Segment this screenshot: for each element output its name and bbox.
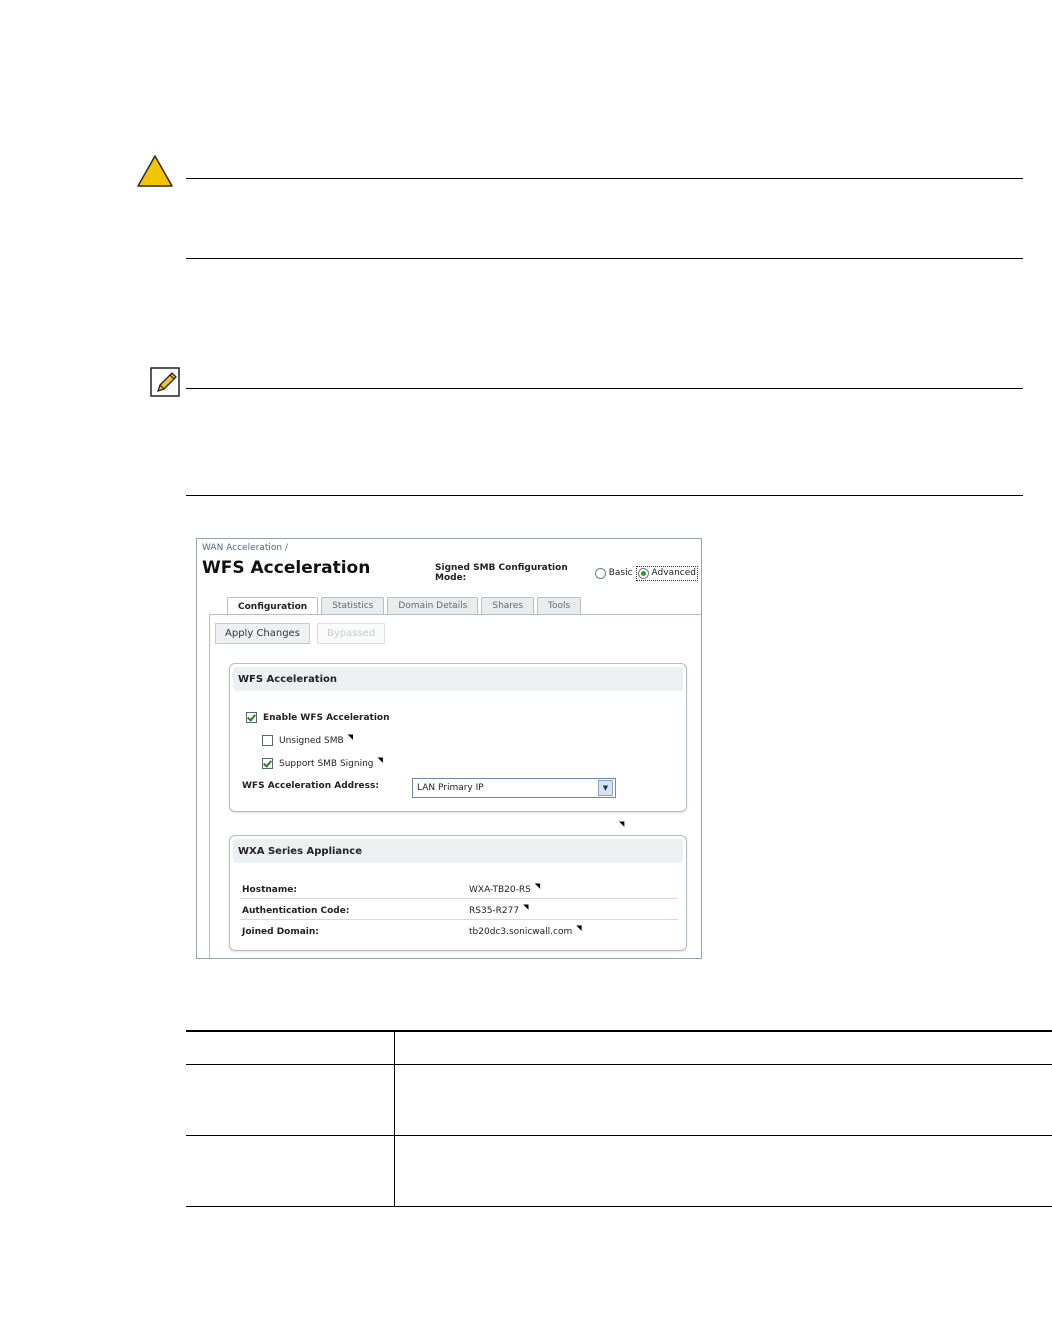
tab-bar: Configuration Statistics Domain Details … bbox=[227, 597, 584, 615]
warning-top-rule bbox=[186, 178, 1023, 179]
tooltip-marker-icon[interactable]: ◥ bbox=[523, 903, 528, 911]
wfs-acceleration-screenshot: WAN Acceleration / WFS Acceleration Sign… bbox=[196, 538, 702, 959]
mode-label: Signed SMB Configuration Mode: bbox=[435, 563, 568, 583]
tab-tools[interactable]: Tools bbox=[537, 597, 582, 614]
support-smb-signing-row[interactable]: Support SMB Signing ◥ bbox=[262, 756, 383, 769]
enable-wfs-checkbox[interactable] bbox=[246, 712, 257, 723]
wfs-address-value: LAN Primary IP bbox=[417, 783, 484, 793]
joined-domain-label: Joined Domain: bbox=[242, 927, 319, 937]
hostname-value: WXA-TB20-RS ◥ bbox=[469, 882, 541, 895]
basic-radio[interactable] bbox=[594, 567, 606, 579]
advanced-radio[interactable] bbox=[637, 567, 649, 579]
tab-statistics[interactable]: Statistics bbox=[321, 597, 385, 614]
table-row-rule bbox=[186, 1135, 1052, 1136]
table-top-rule bbox=[186, 1030, 1052, 1032]
tooltip-marker-icon[interactable]: ◥ bbox=[348, 733, 353, 741]
support-smb-signing-label: Support SMB Signing bbox=[279, 758, 374, 769]
table-column-divider bbox=[394, 1031, 395, 1207]
tab-domain-details[interactable]: Domain Details bbox=[387, 597, 479, 614]
page-title: WFS Acceleration bbox=[202, 558, 371, 578]
wfs-acceleration-group: WFS Acceleration Enable WFS Acceleration… bbox=[229, 663, 687, 828]
wxa-series-appliance-group: WXA Series Appliance Hostname: WXA-TB20-… bbox=[229, 835, 687, 951]
support-smb-signing-checkbox[interactable] bbox=[262, 758, 273, 769]
joined-domain-value: tb20dc3.sonicwall.com ◥ bbox=[469, 924, 582, 937]
bypassed-button[interactable]: Bypassed bbox=[317, 623, 386, 644]
hostname-label: Hostname: bbox=[242, 885, 297, 895]
authentication-code-label: Authentication Code: bbox=[242, 906, 350, 916]
tab-content-border bbox=[209, 614, 210, 958]
breadcrumb[interactable]: WAN Acceleration / bbox=[202, 543, 288, 553]
table-bottom-rule bbox=[186, 1206, 1052, 1207]
tooltip-marker-icon[interactable]: ◥ bbox=[619, 820, 624, 828]
unsigned-smb-checkbox[interactable] bbox=[262, 735, 273, 746]
joined-domain-row: Joined Domain: tb20dc3.sonicwall.com ◥ bbox=[240, 920, 678, 940]
basic-radio-label: Basic bbox=[608, 568, 633, 578]
note-bottom-rule bbox=[186, 495, 1023, 496]
hostname-row: Hostname: WXA-TB20-RS ◥ bbox=[240, 878, 678, 899]
tooltip-marker-icon[interactable]: ◥ bbox=[378, 756, 383, 764]
warning-bottom-rule bbox=[186, 258, 1023, 259]
chevron-down-icon[interactable]: ▼ bbox=[598, 780, 613, 796]
apply-changes-button[interactable]: Apply Changes bbox=[215, 623, 310, 644]
advanced-radio-label: Advanced bbox=[651, 568, 696, 578]
enable-wfs-row[interactable]: Enable WFS Acceleration bbox=[246, 712, 390, 723]
note-top-rule bbox=[186, 388, 1023, 389]
wxa-group-title: WXA Series Appliance bbox=[233, 839, 683, 863]
warning-icon bbox=[136, 154, 174, 188]
tooltip-marker-icon[interactable]: ◥ bbox=[576, 924, 581, 932]
wfs-address-select[interactable]: LAN Primary IP ▼ bbox=[412, 778, 616, 798]
wfs-group-title: WFS Acceleration bbox=[233, 667, 683, 691]
tab-configuration[interactable]: Configuration bbox=[227, 597, 319, 615]
tooltip-marker-icon[interactable]: ◥ bbox=[535, 882, 540, 890]
signed-smb-mode-selector: Signed SMB Configuration Mode: Basic Adv… bbox=[435, 563, 701, 583]
enable-wfs-label: Enable WFS Acceleration bbox=[263, 712, 390, 723]
unsigned-smb-row[interactable]: Unsigned SMB ◥ bbox=[262, 733, 353, 746]
authentication-code-row: Authentication Code: RS35-R277 ◥ bbox=[240, 899, 678, 920]
table-header-rule bbox=[186, 1064, 1052, 1065]
wfs-address-label: WFS Acceleration Address: bbox=[242, 781, 379, 791]
authentication-code-value: RS35-R277 ◥ bbox=[469, 903, 529, 916]
mode-advanced-option[interactable]: Advanced bbox=[635, 565, 699, 581]
tab-baseline bbox=[209, 614, 701, 615]
mode-basic-option[interactable]: Basic bbox=[594, 567, 633, 579]
pencil-note-icon bbox=[150, 367, 180, 397]
unsigned-smb-label: Unsigned SMB bbox=[279, 735, 344, 746]
tab-shares[interactable]: Shares bbox=[481, 597, 535, 614]
